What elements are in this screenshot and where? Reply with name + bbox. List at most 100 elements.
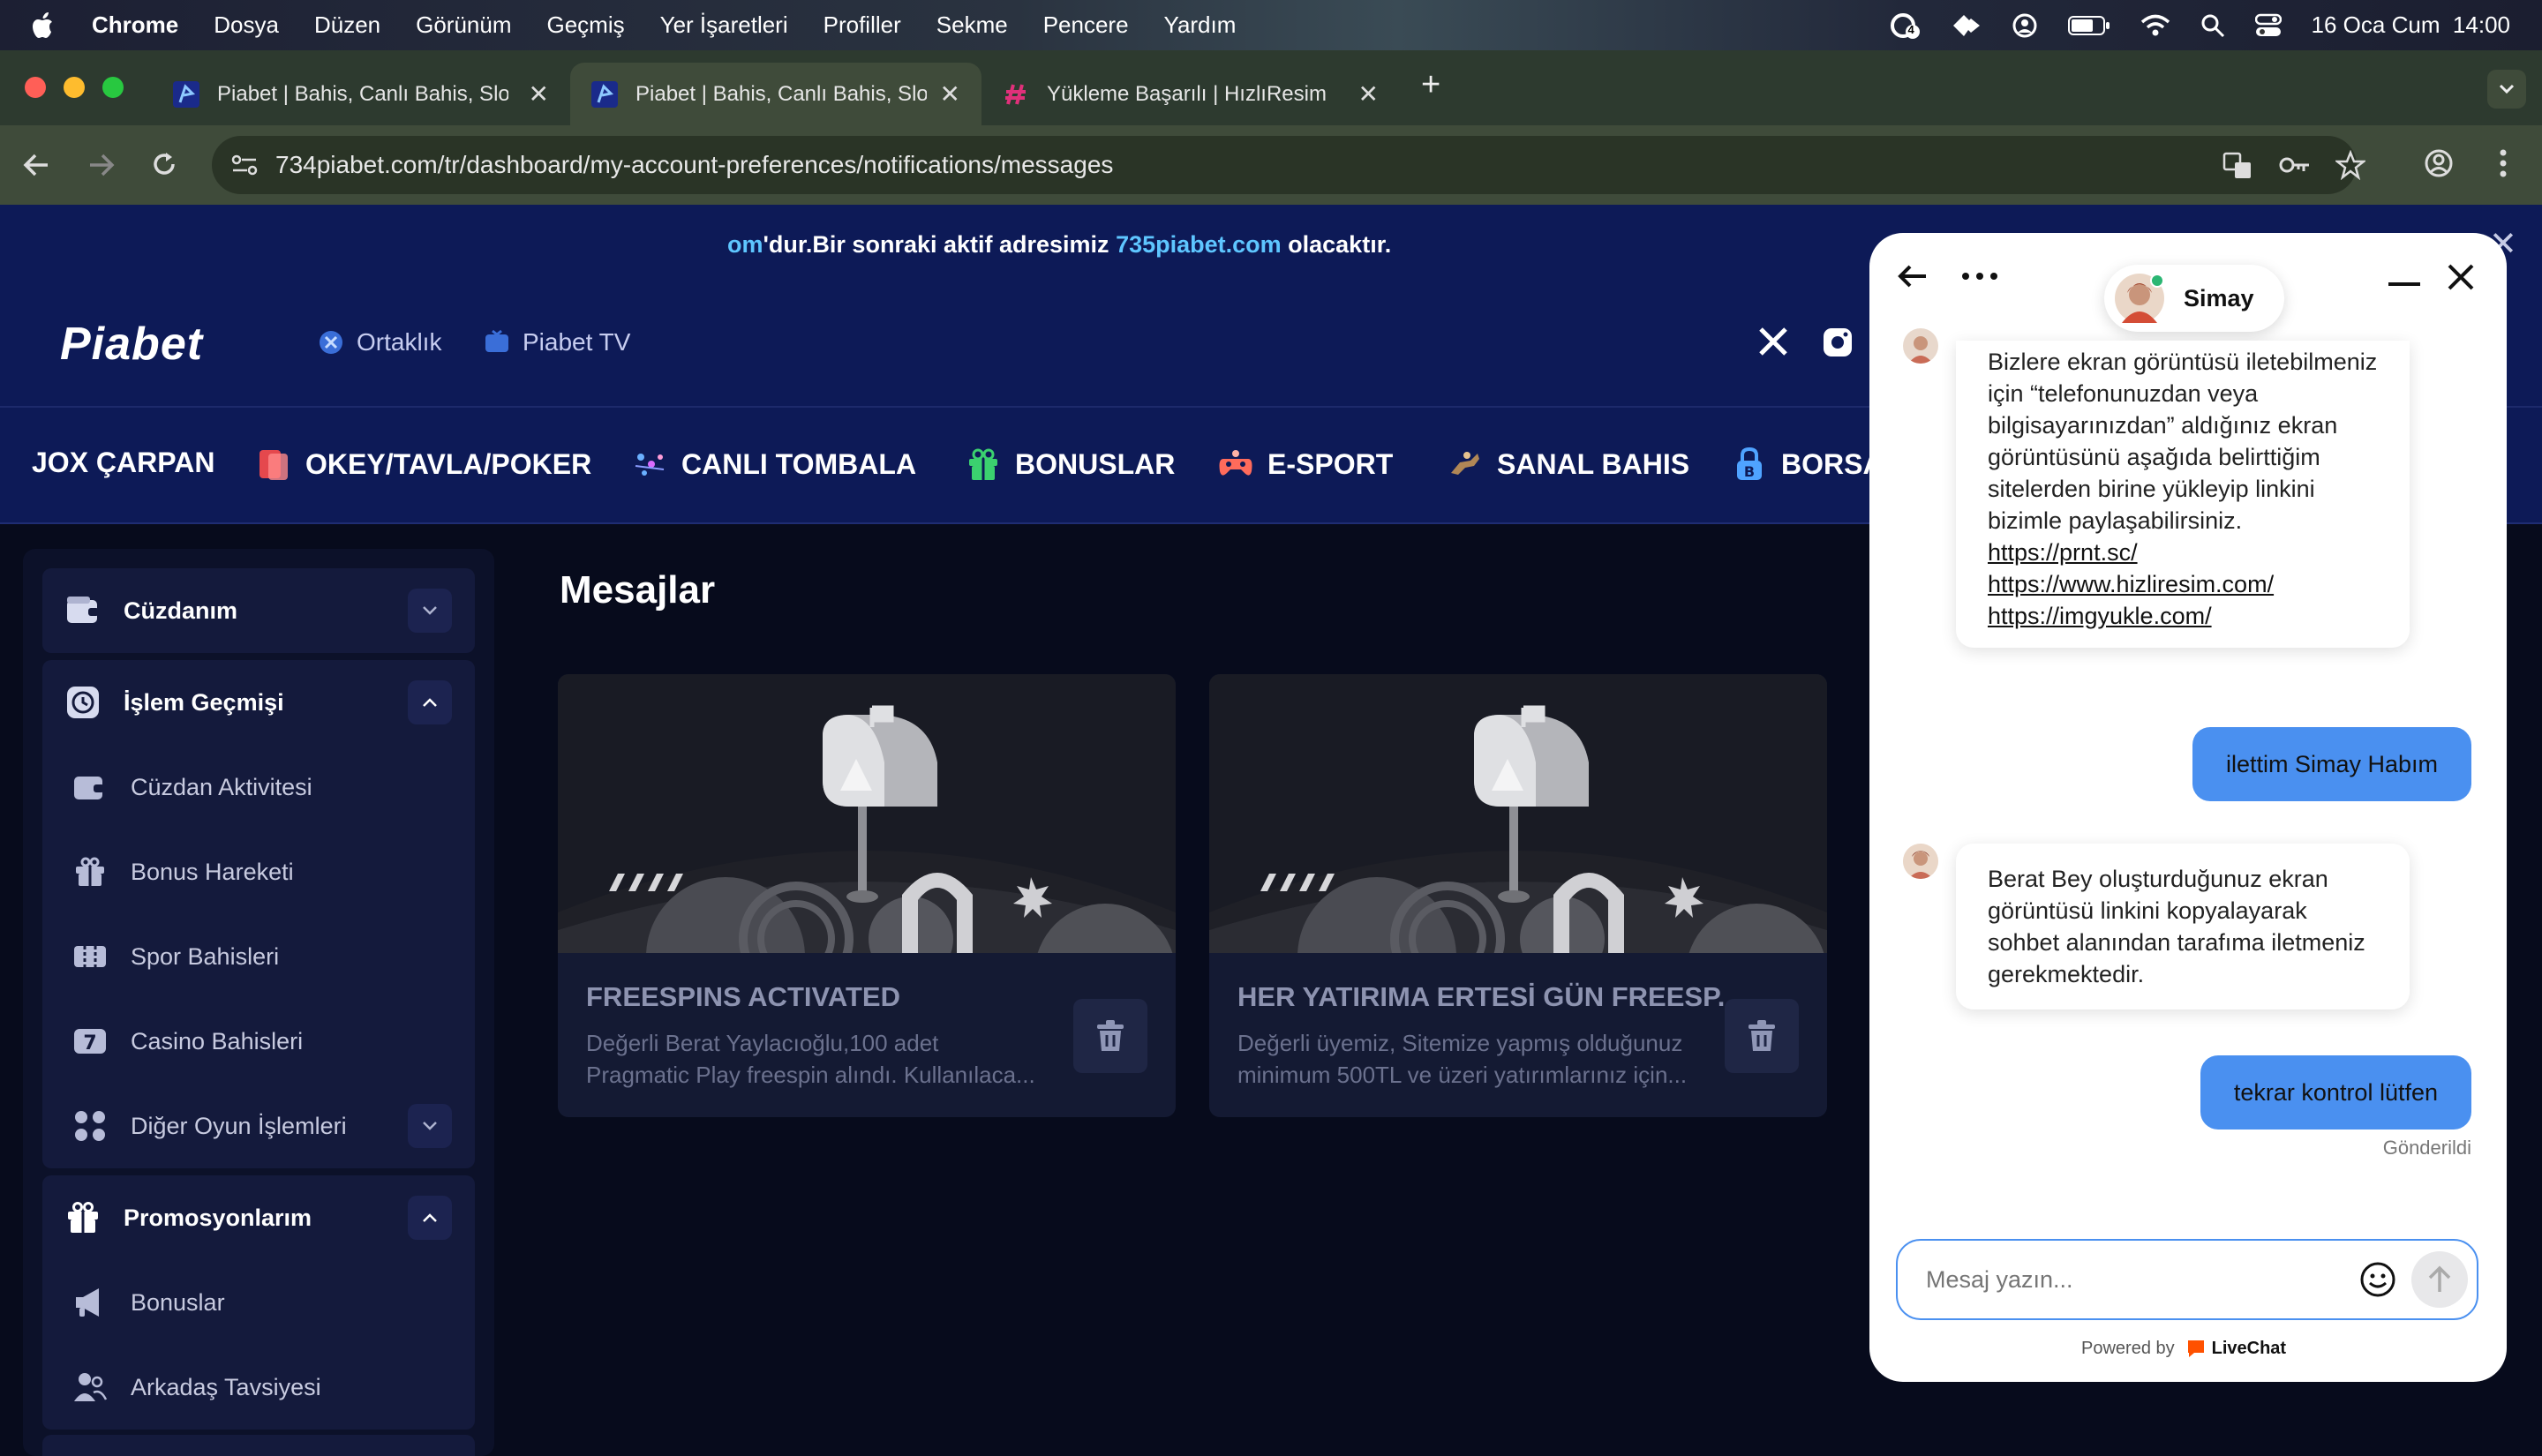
- back-arrow-icon[interactable]: [1898, 263, 1928, 289]
- nav-item-borsa[interactable]: B BORSA: [1732, 447, 1884, 482]
- link-imgyukle[interactable]: https://imgyukle.com/: [1988, 600, 2378, 632]
- creative-cloud-icon[interactable]: 4: [1890, 12, 1922, 39]
- maximize-window-button[interactable]: [102, 77, 124, 98]
- sidebar-item-other-games[interactable]: Diğer Oyun İşlemleri: [42, 1084, 475, 1168]
- sidebar-item-refer-friend[interactable]: Arkadaş Tavsiyesi: [42, 1345, 475, 1430]
- sidebar-item-casino-bets[interactable]: 7 Casino Bahisleri: [42, 999, 475, 1084]
- wifi-icon[interactable]: [2140, 14, 2170, 37]
- menu-view[interactable]: Görünüm: [416, 11, 511, 39]
- new-tab-button[interactable]: +: [1421, 66, 1440, 104]
- nav-item-carpan[interactable]: JOX ÇARPAN: [32, 447, 214, 479]
- expand-toggle[interactable]: [408, 589, 452, 633]
- delete-message-button[interactable]: [1725, 999, 1799, 1073]
- sidebar-header-wallet[interactable]: Cüzdanım: [42, 568, 475, 653]
- visitor-message: tekrar kontrol lütfen: [2200, 1055, 2471, 1130]
- bookmark-star-icon[interactable]: [2335, 150, 2365, 180]
- send-button[interactable]: [2411, 1251, 2468, 1308]
- expand-toggle[interactable]: [408, 1104, 452, 1148]
- nav-item-sanal-bahis[interactable]: SANAL BAHIS: [1448, 447, 1689, 482]
- minimize-window-button[interactable]: [64, 77, 85, 98]
- message-input[interactable]: [1926, 1265, 2358, 1294]
- sidebar-item-sports-bets[interactable]: Spor Bahisleri: [42, 914, 475, 999]
- sidebar-header-promotions[interactable]: Promosyonlarım: [42, 1175, 475, 1260]
- translate-icon[interactable]: [2222, 152, 2252, 180]
- close-window-button[interactable]: [25, 77, 46, 98]
- nav-item-okey[interactable]: OKEY/TAVLA/POKER: [256, 447, 591, 482]
- sidebar-item-label: Arkadaş Tavsiyesi: [131, 1373, 321, 1400]
- instagram-icon[interactable]: [1822, 326, 1854, 358]
- menu-file[interactable]: Dosya: [214, 11, 279, 39]
- menu-profiles[interactable]: Profiller: [824, 11, 901, 39]
- powered-by-footer[interactable]: Powered by LiveChat: [2081, 1338, 2286, 1359]
- minimize-chat-icon[interactable]: [2388, 282, 2420, 288]
- sidebar-item-label: Bonus Hareketi: [131, 858, 294, 885]
- close-tab-icon[interactable]: ✕: [940, 79, 960, 109]
- sidebar-item-bonus-activity[interactable]: Bonus Hareketi: [42, 829, 475, 914]
- close-tab-icon[interactable]: ✕: [1358, 79, 1379, 109]
- sidebar-header-history[interactable]: İşlem Geçmişi: [42, 660, 475, 745]
- menu-bookmarks[interactable]: Yer İşaretleri: [660, 11, 788, 39]
- online-status-dot: [2150, 274, 2164, 288]
- agent-avatar: [2115, 274, 2164, 323]
- nav-item-esport[interactable]: E-SPORT: [1218, 447, 1393, 482]
- link-hizliresim[interactable]: https://www.hizliresim.com/: [1988, 568, 2378, 600]
- menu-window[interactable]: Pencere: [1043, 11, 1129, 39]
- header-link-piabet-tv[interactable]: Piabet TV: [484, 328, 630, 356]
- message-card[interactable]: FREESPINS ACTIVATED Değerli Berat Yaylac…: [558, 674, 1176, 1117]
- collapse-toggle[interactable]: [408, 680, 452, 724]
- delete-message-button[interactable]: [1073, 999, 1147, 1073]
- header-link-affiliate[interactable]: Ortaklık: [318, 328, 441, 356]
- tab-strip: Piabet | Bahis, Canlı Bahis, Slot ✕ Piab…: [0, 50, 2542, 125]
- chevron-up-icon: [423, 698, 437, 707]
- collapse-toggle[interactable]: [408, 1196, 452, 1240]
- banner-next-domain-link[interactable]: 735piabet.com: [1116, 231, 1282, 258]
- clock[interactable]: 16 Oca Cum 14:00: [2312, 11, 2510, 39]
- nav-item-bonuslar[interactable]: BONUSLAR: [966, 447, 1175, 482]
- menu-history[interactable]: Geçmiş: [547, 11, 625, 39]
- chevron-down-icon: [423, 606, 437, 615]
- emoji-icon[interactable]: [2358, 1260, 2397, 1299]
- apple-icon[interactable]: [32, 11, 56, 40]
- piabet-favicon-icon: [173, 80, 199, 108]
- nav-item-tombala[interactable]: CANLI TOMBALA: [632, 447, 916, 482]
- menu-app-name[interactable]: Chrome: [92, 11, 178, 39]
- link-prnt-sc[interactable]: https://prnt.sc/: [1988, 537, 2378, 568]
- message-preview-line: Değerli üyemiz, Sitemize yapmış olduğunu…: [1237, 1030, 1683, 1056]
- tab-piabet-1[interactable]: Piabet | Bahis, Canlı Bahis, Slot ✕: [152, 63, 570, 125]
- x-twitter-icon[interactable]: [1758, 326, 1788, 356]
- profile-icon[interactable]: [2424, 148, 2454, 178]
- menu-help[interactable]: Yardım: [1164, 11, 1237, 39]
- nav-label: CANLI TOMBALA: [681, 447, 917, 480]
- menu-tab[interactable]: Sekme: [936, 11, 1008, 39]
- control-center-icon[interactable]: [2254, 13, 2282, 38]
- history-clock-icon: [67, 687, 99, 718]
- message-card[interactable]: HER YATIRIMA ERTESİ GÜN FREESP... Değerl…: [1209, 674, 1827, 1117]
- sidebar-item-bonuses[interactable]: Bonuslar: [42, 1260, 475, 1345]
- menu-edit[interactable]: Düzen: [314, 11, 380, 39]
- tab-hizliresim[interactable]: Yükleme Başarılı | HızlıResim ✕: [981, 63, 1400, 125]
- tab-search-button[interactable]: [2487, 70, 2526, 109]
- address-bar[interactable]: 734piabet.com/tr/dashboard/my-account-pr…: [212, 136, 2365, 194]
- site-settings-icon[interactable]: [231, 154, 258, 176]
- message-composer: [1896, 1239, 2478, 1320]
- close-tab-icon[interactable]: ✕: [529, 79, 549, 109]
- livechat-brand: LiveChat: [2211, 1338, 2287, 1358]
- sidebar-label: Cüzdanım: [124, 597, 238, 624]
- battery-icon[interactable]: [2067, 14, 2110, 37]
- extension-icon[interactable]: [1952, 12, 1982, 39]
- svg-text:7: 7: [83, 1032, 96, 1054]
- password-key-icon[interactable]: [2279, 154, 2311, 176]
- spotlight-search-icon[interactable]: [2200, 13, 2225, 38]
- site-logo[interactable]: Piabet: [60, 318, 203, 371]
- kebab-menu-icon[interactable]: [2498, 148, 2508, 178]
- forward-arrow-icon[interactable]: [86, 152, 115, 178]
- user-circle-icon[interactable]: [2012, 12, 2038, 39]
- status-icons: 4 16 Oca Cum 14:00: [1890, 11, 2510, 39]
- close-chat-icon[interactable]: [2447, 263, 2475, 291]
- more-options-icon[interactable]: [1961, 272, 1998, 281]
- reload-icon[interactable]: [150, 150, 178, 178]
- sidebar-item-wallet-activity[interactable]: Cüzdan Aktivitesi: [42, 745, 475, 829]
- agent-pill[interactable]: Simay: [2104, 265, 2284, 332]
- back-arrow-icon[interactable]: [23, 152, 51, 178]
- tab-piabet-2[interactable]: Piabet | Bahis, Canlı Bahis, Slot ✕: [570, 63, 981, 125]
